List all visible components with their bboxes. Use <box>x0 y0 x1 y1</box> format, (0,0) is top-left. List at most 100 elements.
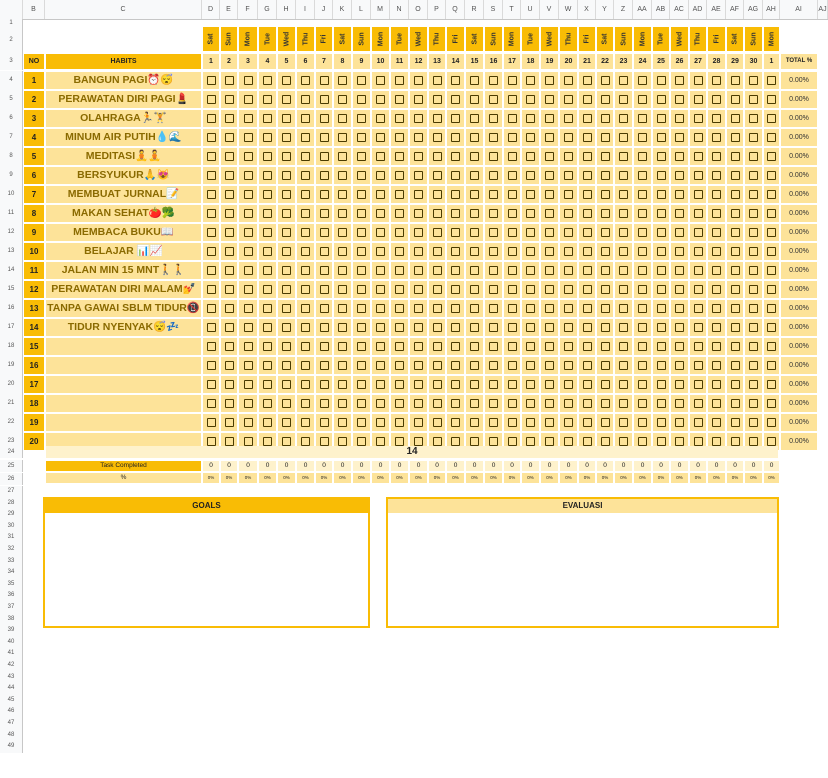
habit-checkbox[interactable] <box>749 437 758 446</box>
habit-checkbox[interactable] <box>432 209 442 218</box>
habit-checkbox[interactable] <box>470 190 479 199</box>
habit-checkbox[interactable] <box>507 323 517 332</box>
habit-checkbox[interactable] <box>693 361 703 370</box>
habit-checkbox[interactable] <box>656 209 666 218</box>
habit-checkbox[interactable] <box>693 114 703 123</box>
habit-checkbox[interactable] <box>526 95 535 104</box>
habit-checkbox[interactable] <box>301 361 310 370</box>
habit-checkbox[interactable] <box>263 95 272 104</box>
habit-checkbox[interactable] <box>656 437 666 446</box>
column-letter[interactable]: S <box>484 0 503 19</box>
habit-checkbox[interactable] <box>338 95 347 104</box>
habit-checkbox[interactable] <box>451 380 460 389</box>
habit-checkbox[interactable] <box>507 247 517 256</box>
row-number[interactable]: 36 <box>0 590 23 602</box>
habit-checkbox[interactable] <box>263 171 272 180</box>
habit-checkbox[interactable] <box>767 114 776 123</box>
habit-checkbox[interactable] <box>507 361 517 370</box>
row-number[interactable]: 39 <box>0 625 23 637</box>
habit-name[interactable]: MAKAN SEHAT🍅🥦 <box>46 205 201 222</box>
habit-checkbox[interactable] <box>564 247 573 256</box>
habit-checkbox[interactable] <box>338 209 347 218</box>
habit-checkbox[interactable] <box>376 152 385 161</box>
habit-checkbox[interactable] <box>470 171 479 180</box>
habit-checkbox[interactable] <box>545 114 554 123</box>
habit-checkbox[interactable] <box>600 323 610 332</box>
habit-checkbox[interactable] <box>675 342 684 351</box>
habit-checkbox[interactable] <box>470 152 479 161</box>
habit-checkbox[interactable] <box>656 190 666 199</box>
habit-checkbox[interactable] <box>395 228 404 237</box>
habit-checkbox[interactable] <box>564 361 573 370</box>
habit-checkbox[interactable] <box>263 133 272 142</box>
habit-checkbox[interactable] <box>338 285 347 294</box>
habit-checkbox[interactable] <box>357 399 366 408</box>
habit-checkbox[interactable] <box>263 437 272 446</box>
habit-checkbox[interactable] <box>470 114 479 123</box>
habit-checkbox[interactable] <box>619 114 628 123</box>
habit-checkbox[interactable] <box>224 418 234 427</box>
habit-checkbox[interactable] <box>545 133 554 142</box>
habit-checkbox[interactable] <box>656 285 666 294</box>
habit-checkbox[interactable] <box>545 171 554 180</box>
habit-checkbox[interactable] <box>619 304 628 313</box>
habit-checkbox[interactable] <box>432 285 442 294</box>
habit-checkbox[interactable] <box>730 323 740 332</box>
habit-checkbox[interactable] <box>414 190 423 199</box>
habit-checkbox[interactable] <box>282 285 291 294</box>
habit-checkbox[interactable] <box>357 342 366 351</box>
habit-checkbox[interactable] <box>693 76 703 85</box>
habit-checkbox[interactable] <box>395 266 404 275</box>
column-letter[interactable]: AI <box>780 0 818 19</box>
habit-checkbox[interactable] <box>712 361 721 370</box>
habit-checkbox[interactable] <box>319 266 329 275</box>
habit-checkbox[interactable] <box>432 437 442 446</box>
habit-checkbox[interactable] <box>767 342 776 351</box>
habit-checkbox[interactable] <box>767 285 776 294</box>
habit-checkbox[interactable] <box>656 114 666 123</box>
habit-checkbox[interactable] <box>243 418 253 427</box>
habit-checkbox[interactable] <box>767 152 776 161</box>
habit-checkbox[interactable] <box>376 133 385 142</box>
row-number[interactable]: 34 <box>0 567 23 579</box>
habit-checkbox[interactable] <box>582 247 592 256</box>
habit-checkbox[interactable] <box>243 437 253 446</box>
column-letter[interactable]: AF <box>726 0 744 19</box>
row-number[interactable]: 8 <box>0 147 23 166</box>
habit-checkbox[interactable] <box>470 285 479 294</box>
habit-checkbox[interactable] <box>301 114 310 123</box>
habit-checkbox[interactable] <box>282 247 291 256</box>
habit-checkbox[interactable] <box>730 114 740 123</box>
habit-checkbox[interactable] <box>414 266 423 275</box>
habit-checkbox[interactable] <box>675 95 684 104</box>
column-letter[interactable]: U <box>521 0 540 19</box>
habit-checkbox[interactable] <box>545 266 554 275</box>
habit-checkbox[interactable] <box>224 323 234 332</box>
habit-checkbox[interactable] <box>730 190 740 199</box>
habit-checkbox[interactable] <box>693 171 703 180</box>
habit-checkbox[interactable] <box>338 152 347 161</box>
habit-checkbox[interactable] <box>489 285 498 294</box>
habit-checkbox[interactable] <box>376 76 385 85</box>
habit-checkbox[interactable] <box>224 209 234 218</box>
row-number[interactable]: 22 <box>0 413 23 432</box>
habit-checkbox[interactable] <box>414 304 423 313</box>
habit-checkbox[interactable] <box>319 190 329 199</box>
habit-checkbox[interactable] <box>600 171 610 180</box>
habit-checkbox[interactable] <box>730 399 740 408</box>
habit-checkbox[interactable] <box>600 437 610 446</box>
habit-checkbox[interactable] <box>656 247 666 256</box>
habit-checkbox[interactable] <box>526 304 535 313</box>
row-number[interactable]: 18 <box>0 337 23 356</box>
row-number[interactable]: 45 <box>0 694 23 707</box>
habit-checkbox[interactable] <box>451 361 460 370</box>
habit-checkbox[interactable] <box>693 95 703 104</box>
habit-checkbox[interactable] <box>395 399 404 408</box>
habit-checkbox[interactable] <box>489 76 498 85</box>
habit-checkbox[interactable] <box>414 380 423 389</box>
habit-checkbox[interactable] <box>712 152 721 161</box>
habit-checkbox[interactable] <box>414 209 423 218</box>
row-number[interactable]: 2 <box>0 27 23 53</box>
habit-checkbox[interactable] <box>206 304 216 313</box>
habit-checkbox[interactable] <box>263 285 272 294</box>
